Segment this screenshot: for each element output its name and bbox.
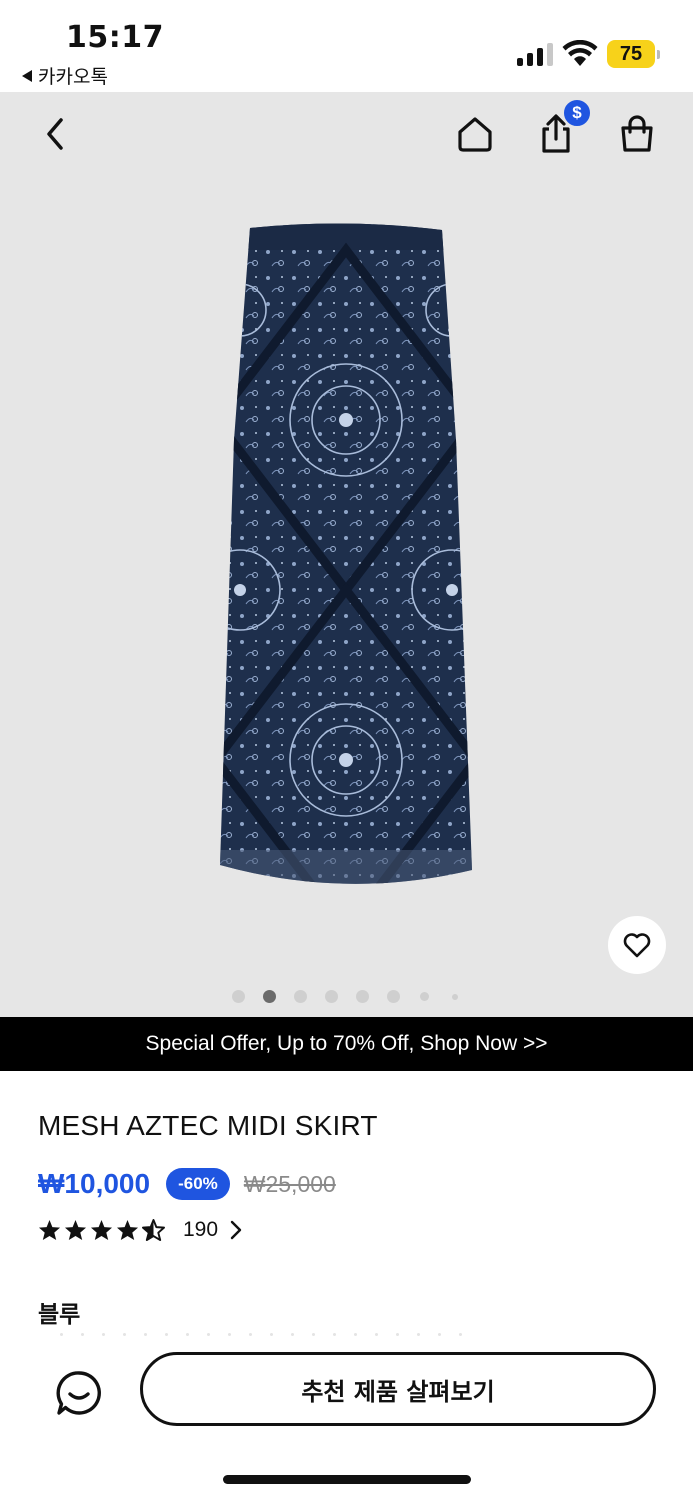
wishlist-button[interactable] bbox=[608, 916, 666, 974]
product-title: MESH AZTEC MIDI SKIRT bbox=[38, 1110, 378, 1141]
divider bbox=[60, 1333, 560, 1337]
sale-price: ₩10,000 bbox=[38, 1168, 151, 1199]
star-icon bbox=[64, 1219, 87, 1241]
heart-icon bbox=[623, 933, 651, 958]
price-row: ₩10,000 -60% ₩25,000 bbox=[38, 1164, 336, 1204]
back-app-label: 카카오톡 bbox=[38, 66, 108, 88]
rating-row[interactable]: 190 bbox=[38, 1216, 242, 1244]
star-half-icon bbox=[142, 1219, 165, 1241]
back-to-app-link[interactable]: 카카오톡 bbox=[22, 62, 108, 89]
back-triangle-icon bbox=[22, 69, 32, 82]
back-button[interactable] bbox=[28, 106, 84, 162]
carousel-dot[interactable] bbox=[232, 990, 245, 1003]
chevron-right-icon bbox=[230, 1220, 242, 1240]
status-bar: 15:17 카카오톡 75 bbox=[0, 0, 693, 92]
carousel-dot-active[interactable] bbox=[263, 990, 276, 1003]
carousel-dot[interactable] bbox=[356, 990, 369, 1003]
original-price: ₩25,000 bbox=[243, 1170, 336, 1197]
product-image-carousel[interactable]: $ bbox=[0, 92, 693, 1017]
promo-banner[interactable]: Special Offer, Up to 70% Off, Shop Now >… bbox=[0, 1017, 693, 1071]
color-option-label: 블루 bbox=[38, 1302, 81, 1328]
star-icon bbox=[90, 1219, 113, 1241]
battery-indicator: 75 bbox=[607, 40, 660, 68]
star-icon bbox=[116, 1219, 139, 1241]
home-indicator[interactable] bbox=[223, 1475, 471, 1484]
carousel-dot[interactable] bbox=[452, 994, 458, 1000]
status-time: 15:17 bbox=[66, 20, 164, 55]
discount-badge: -60% bbox=[166, 1168, 230, 1200]
carousel-dot[interactable] bbox=[294, 990, 307, 1003]
cart-button[interactable] bbox=[609, 106, 665, 162]
wifi-icon bbox=[562, 40, 598, 66]
product-photo bbox=[220, 223, 472, 884]
rating-stars bbox=[38, 1219, 165, 1241]
share-reward-badge: $ bbox=[562, 98, 592, 128]
review-count[interactable]: 190 bbox=[183, 1218, 218, 1242]
carousel-indicator bbox=[0, 989, 693, 1003]
shopping-bag-icon bbox=[621, 115, 653, 152]
carousel-dot[interactable] bbox=[420, 992, 429, 1001]
carousel-dot[interactable] bbox=[325, 990, 338, 1003]
star-icon bbox=[38, 1219, 61, 1241]
chat-bubble-icon bbox=[56, 1371, 101, 1415]
home-icon bbox=[458, 117, 492, 152]
home-button[interactable] bbox=[447, 106, 503, 162]
bottom-action-bar: 추천 제품 살펴보기 bbox=[0, 1340, 693, 1500]
chat-button[interactable] bbox=[48, 1362, 110, 1424]
carousel-dot[interactable] bbox=[387, 990, 400, 1003]
view-recommended-products-button[interactable]: 추천 제품 살펴보기 bbox=[140, 1352, 656, 1426]
chevron-left-icon bbox=[47, 118, 63, 150]
cellular-signal-icon bbox=[517, 42, 553, 66]
